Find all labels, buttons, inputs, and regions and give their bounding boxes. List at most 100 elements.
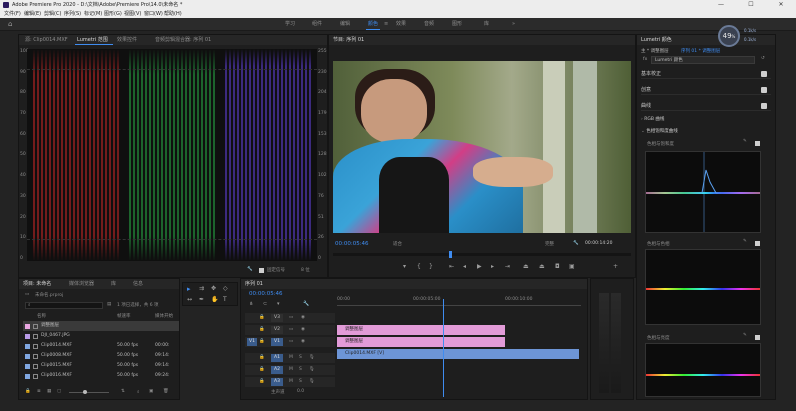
eyedropper-icon[interactable]: ✎ — [743, 139, 747, 144]
rgb-curve-row[interactable]: › RGB 曲线 — [641, 115, 771, 125]
eye-icon[interactable]: ◉ — [301, 339, 305, 344]
mute-icon[interactable]: M — [289, 379, 293, 384]
lock-icon[interactable]: 🔒 — [25, 389, 31, 394]
mic-icon[interactable]: 🎙 — [309, 379, 315, 384]
effect-select[interactable]: Lumetri 颜色 — [651, 56, 755, 64]
workspace-graphics[interactable]: 图形 — [452, 18, 462, 31]
menu-icon[interactable]: ≡ — [384, 21, 388, 27]
project-item[interactable]: Clip0014.MXF 50.00 fps 00:00: — [23, 341, 179, 351]
menu-view[interactable]: 视图(V) — [124, 10, 141, 18]
program-playhead[interactable] — [449, 251, 452, 258]
pen-tool-icon[interactable]: ✒ — [199, 296, 204, 303]
hue-vs-luma-curve[interactable] — [645, 343, 761, 397]
play-icon[interactable]: ▶ — [477, 263, 482, 270]
mic-icon[interactable]: 🎙 — [309, 355, 315, 360]
go-to-in-icon[interactable]: ⇤ — [449, 263, 454, 270]
timeline-playhead[interactable] — [443, 299, 444, 397]
tab-project[interactable]: 项目: 未命名 — [23, 279, 51, 289]
hue-vs-sat-curve[interactable] — [645, 151, 761, 233]
tab-sequence-01[interactable]: 序列 01 — [245, 279, 263, 289]
add-marker-icon[interactable]: ▾ — [277, 301, 280, 307]
workspace-more[interactable]: » — [512, 18, 515, 31]
lift-icon[interactable]: ⏏ — [523, 263, 529, 270]
mute-icon[interactable]: M — [289, 355, 293, 360]
mark-out-icon[interactable]: } — [429, 263, 433, 270]
fit-select[interactable]: 适合 — [393, 241, 402, 247]
slip-tool-icon[interactable]: ↔ — [187, 296, 192, 303]
find-icon[interactable]: ⌕ — [137, 389, 140, 395]
section-curves[interactable]: 曲线 — [641, 101, 771, 111]
section-creative[interactable]: 创意 — [641, 85, 771, 95]
label-color-swatch[interactable] — [25, 354, 30, 359]
trash-icon[interactable]: 🗑 — [163, 389, 169, 394]
list-view-icon[interactable]: ≣ — [37, 389, 41, 394]
clip-clip0014-v1[interactable]: Clip0014.MXF [V] — [337, 349, 579, 359]
comparison-view-icon[interactable]: ▣ — [569, 263, 575, 270]
reset-icon[interactable]: ↺ — [761, 56, 765, 61]
menu-sequence[interactable]: 序列(S) — [64, 10, 81, 18]
hand-tool-icon[interactable]: ✋ — [211, 296, 218, 303]
step-forward-icon[interactable]: ▸ — [491, 263, 494, 270]
menu-clip[interactable]: 剪辑(C) — [44, 10, 61, 18]
sync-lock-icon[interactable]: ▭ — [289, 339, 293, 344]
hue-vs-hue-checkbox[interactable] — [755, 241, 760, 246]
lock-icon[interactable]: 🔒 — [259, 327, 265, 332]
track-label-v3[interactable]: V3 — [271, 314, 283, 322]
time-ruler[interactable] — [337, 305, 581, 306]
curves-checkbox[interactable] — [761, 103, 767, 109]
tab-effect-controls[interactable]: 效果控件 — [117, 35, 137, 45]
quality-select[interactable]: 完整 — [545, 241, 554, 247]
extract-icon[interactable]: ⏏ — [539, 263, 545, 270]
tab-libraries[interactable]: 库 — [111, 279, 116, 289]
workspace-learn[interactable]: 学习 — [285, 18, 295, 31]
hue-vs-hue-curve[interactable] — [645, 249, 761, 325]
hue-vs-sat-checkbox[interactable] — [755, 141, 760, 146]
master-clip-label[interactable]: 主 * 调整图层 — [641, 48, 669, 54]
project-item[interactable]: DJI_0467.JPG — [23, 331, 179, 341]
minimize-button[interactable]: — — [706, 0, 736, 10]
clip-adjustment-layer-v2[interactable]: 调整图层 — [337, 337, 505, 347]
zoom-slider-handle[interactable] — [83, 390, 87, 394]
clamp-signal-checkbox[interactable] — [259, 268, 264, 273]
project-search-input[interactable]: ⌕ — [25, 302, 103, 309]
label-color-swatch[interactable] — [25, 364, 30, 369]
project-item[interactable]: Clip0016.MXF 50.00 fps 09:24: — [23, 371, 179, 381]
track-label-a1[interactable]: A1 — [271, 354, 283, 362]
program-monitor-title[interactable]: 节目: 序列 01 — [333, 35, 364, 45]
zoom-slider[interactable] — [69, 392, 109, 393]
label-color-swatch[interactable] — [25, 334, 30, 339]
track-label-a3[interactable]: A3 — [271, 378, 283, 386]
home-icon[interactable]: ⌂ — [8, 20, 12, 28]
new-bin-icon[interactable]: ▤ — [107, 302, 111, 307]
freeform-view-icon[interactable]: ▢ — [57, 389, 61, 394]
zoom-widget[interactable]: 49% — [718, 25, 740, 47]
menu-help[interactable]: 帮助(H) — [164, 10, 182, 18]
lumetri-title[interactable]: Lumetri 颜色 — [641, 35, 672, 45]
master-value[interactable]: 0.0 — [297, 389, 304, 394]
menu-file[interactable]: 文件(F) — [4, 10, 21, 18]
track-label-v1[interactable]: V1 — [271, 338, 283, 346]
source-patch-v1[interactable]: V1 — [247, 338, 257, 346]
tab-source[interactable]: 源: Clip0014.MXF — [25, 35, 68, 45]
mute-icon[interactable]: M — [289, 367, 293, 372]
program-video-frame[interactable] — [333, 61, 631, 233]
section-basic-correction[interactable]: 基本校正 — [641, 69, 771, 79]
tab-audio-mixer[interactable]: 音频剪辑混合器: 序列 01 — [155, 35, 211, 45]
hue-vs-luma-checkbox[interactable] — [755, 335, 760, 340]
col-fps-header[interactable]: 帧速率 — [117, 313, 131, 319]
program-timecode[interactable]: 00:00:05:46 — [335, 241, 369, 247]
workspace-audio[interactable]: 音频 — [424, 18, 434, 31]
ripple-edit-tool-icon[interactable]: ✥ — [211, 285, 216, 292]
go-to-out-icon[interactable]: ⇥ — [505, 263, 510, 270]
new-item-icon[interactable]: ▣ — [149, 389, 153, 394]
selection-tool-icon[interactable]: ▸ — [187, 285, 191, 293]
timeline-settings-icon[interactable]: 🔧 — [303, 301, 309, 307]
col-name-header[interactable]: 名称 — [37, 313, 46, 319]
workspace-assembly[interactable]: 组件 — [312, 18, 322, 31]
creative-checkbox[interactable] — [761, 87, 767, 93]
clip-adjustment-layer-v3[interactable]: 调整图层 — [337, 325, 505, 335]
icon-view-icon[interactable]: ▦ — [47, 389, 51, 394]
workspace-libraries[interactable]: 库 — [484, 18, 489, 31]
scope-settings-icon[interactable]: 🔧 — [247, 267, 253, 272]
label-color-swatch[interactable] — [25, 344, 30, 349]
